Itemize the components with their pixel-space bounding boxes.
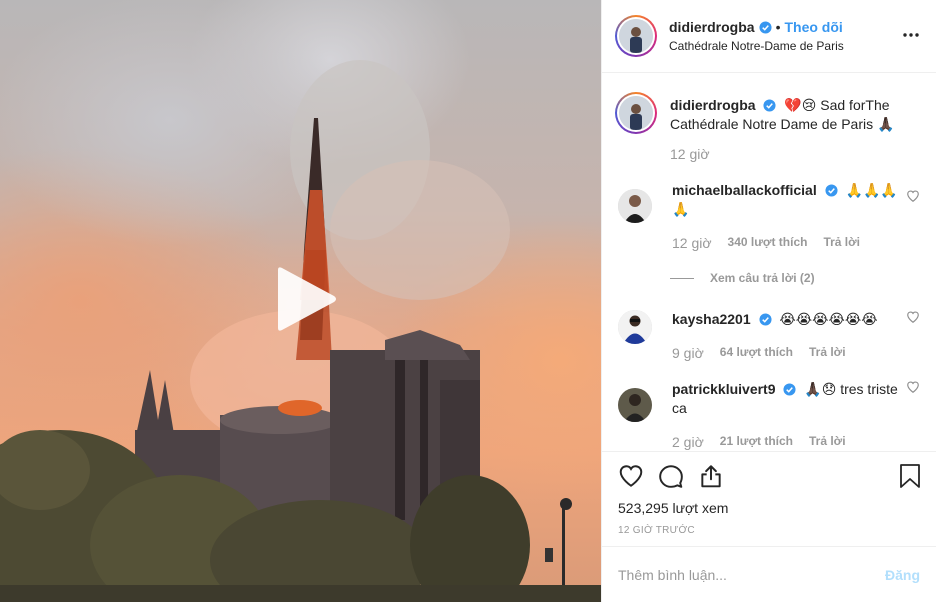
reply-button[interactable]: Trả lời — [809, 434, 846, 450]
comment-likes[interactable]: 340 lượt thích — [728, 235, 808, 251]
comment-item: kaysha2201 😭😭😭😭😭😭 9 giờ 64 lượt thích Tr… — [618, 310, 920, 361]
reply-button[interactable]: Trả lời — [809, 345, 846, 361]
caption: didierdrogba 💔😢 Sad forThe Cathédrale No… — [615, 92, 920, 162]
commenter-username[interactable]: kaysha2201 — [672, 311, 751, 327]
header-text: didierdrogba • Theo dõi Cathédrale Notre… — [669, 19, 844, 53]
post-comment-button[interactable]: Đăng — [885, 567, 920, 583]
post-location[interactable]: Cathédrale Notre-Dame de Paris — [669, 39, 844, 53]
play-icon[interactable] — [272, 266, 338, 332]
verified-badge-icon — [758, 313, 772, 326]
author-avatar-image — [619, 19, 653, 53]
author-avatar[interactable] — [615, 15, 657, 57]
view-replies-button[interactable]: Xem câu trả lời (2) — [670, 271, 920, 285]
comment-time[interactable]: 12 giờ — [672, 235, 712, 251]
commenter-avatar[interactable] — [618, 388, 652, 422]
follow-button[interactable]: Theo dõi — [784, 19, 842, 35]
comment-item: michaelballackofficial 🙏🙏🙏🙏 12 giờ 340 l… — [618, 181, 920, 251]
view-count[interactable]: 523,295 lượt xem — [618, 500, 920, 516]
share-icon[interactable] — [698, 463, 724, 489]
post-header: didierdrogba • Theo dõi Cathédrale Notre… — [602, 0, 936, 73]
verified-badge-icon — [763, 99, 776, 112]
caption-avatar[interactable] — [615, 92, 657, 134]
reply-button[interactable]: Trả lời — [823, 235, 860, 251]
comment-like-icon[interactable] — [906, 189, 920, 203]
video-player[interactable] — [0, 0, 601, 602]
post-timestamp[interactable]: 12 GIỜ TRƯỚC — [618, 525, 920, 536]
more-options-icon[interactable] — [902, 28, 920, 42]
heart-icon[interactable] — [618, 463, 644, 489]
comment-time[interactable]: 9 giờ — [672, 345, 704, 361]
comment-input[interactable] — [618, 566, 885, 583]
comment-icon[interactable] — [658, 463, 684, 489]
comment-likes[interactable]: 21 lượt thích — [720, 434, 793, 450]
caption-time[interactable]: 12 giờ — [670, 146, 710, 162]
replies-divider — [670, 277, 694, 279]
comment-likes[interactable]: 64 lượt thích — [720, 345, 793, 361]
author-username[interactable]: didierdrogba — [669, 19, 755, 35]
comments-list[interactable]: didierdrogba 💔😢 Sad forThe Cathédrale No… — [602, 73, 936, 451]
verified-badge-icon — [783, 383, 796, 396]
header-separator: • — [775, 19, 781, 35]
commenter-username[interactable]: patrickkluivert9 — [672, 381, 776, 397]
view-replies-label: Xem câu trả lời (2) — [710, 271, 815, 285]
caption-username[interactable]: didierdrogba — [670, 97, 756, 113]
commenter-avatar[interactable] — [618, 310, 652, 344]
comment-like-icon[interactable] — [906, 310, 920, 324]
post-dialog: didierdrogba • Theo dõi Cathédrale Notre… — [0, 0, 936, 602]
comment-time[interactable]: 2 giờ — [672, 434, 704, 450]
comment-item: patrickkluivert9 🙏🏿😞 tres triste ca 2 gi… — [618, 380, 920, 450]
post-actions: 523,295 lượt xem 12 GIỜ TRƯỚC — [602, 451, 936, 546]
post-sidebar: didierdrogba • Theo dõi Cathédrale Notre… — [601, 0, 936, 602]
comment-text: 😭😭😭😭😭😭 — [779, 311, 878, 327]
commenter-avatar[interactable] — [618, 189, 652, 223]
caption-avatar-image — [619, 96, 653, 130]
comment-composer: Đăng — [602, 546, 936, 602]
bookmark-icon[interactable] — [898, 463, 922, 489]
verified-badge-icon — [825, 184, 838, 197]
commenter-username[interactable]: michaelballackofficial — [672, 182, 817, 198]
verified-badge-icon — [759, 20, 772, 34]
comment-like-icon[interactable] — [906, 380, 920, 394]
